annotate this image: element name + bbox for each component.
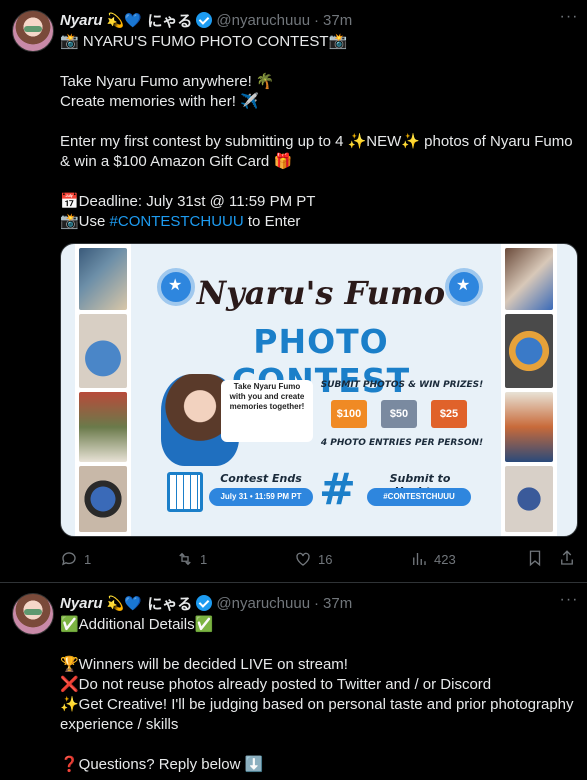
heart-icon <box>296 552 310 566</box>
fumo-photo-thumb <box>79 314 127 388</box>
prize-card-50: $50 <box>381 400 417 428</box>
like-button[interactable]: 16 <box>294 549 332 569</box>
name-emoji: 💫💙 <box>106 11 142 28</box>
reply-button[interactable]: 1 <box>60 549 91 569</box>
take-fumo-card: Take Nyaru Fumo with you and create memo… <box>221 380 313 442</box>
text-line: Take Nyaru Fumo anywhere! 🌴 <box>60 73 275 90</box>
text-line: 📸 NYARU'S FUMO PHOTO CONTEST📸 <box>60 33 348 50</box>
text-line: 📸Use #CONTESTCHUUU to Enter <box>60 212 580 232</box>
use-suffix: to Enter <box>243 213 301 230</box>
more-options-icon[interactable]: ··· <box>559 9 579 30</box>
timestamp[interactable]: 37m <box>323 12 352 29</box>
share-icon[interactable] <box>558 549 576 567</box>
views-chart-icon <box>413 553 426 565</box>
separator-dot: · <box>314 594 320 612</box>
hashtag-symbol: # <box>319 464 356 515</box>
calendar-icon <box>167 472 203 512</box>
retweet-button[interactable]: 1 <box>176 549 207 569</box>
verified-badge-icon <box>196 595 213 611</box>
display-name-jp[interactable]: にゃる <box>147 10 192 31</box>
name-emoji: 💫💙 <box>106 594 142 611</box>
reply-icon <box>61 552 76 566</box>
entries-text: 4 PHOTO ENTRIES PER PERSON! <box>320 438 484 448</box>
display-name-jp[interactable]: にゃる <box>147 593 192 614</box>
photo-strip-right <box>501 244 557 536</box>
avatar[interactable] <box>12 10 54 52</box>
tweet-divider <box>0 582 587 583</box>
tweet-header: Nyaru 💫💙 にゃる @nyaruchuuu · 37m <box>60 10 352 30</box>
text-line: Enter my first contest by submitting up … <box>60 133 573 150</box>
prize-card-100: $100 <box>331 400 367 428</box>
award-ribbon-icon <box>157 268 195 306</box>
views-button[interactable]: 423 <box>410 549 456 569</box>
tweet-actions: 1 1 16 423 <box>60 549 580 569</box>
submit-prizes-text: SUBMIT PHOTOS & WIN PRIZES! <box>320 380 484 390</box>
text-line <box>60 52 580 72</box>
fumo-photo-thumb <box>79 466 127 532</box>
text-line: Create memories with her! ✈️ <box>60 93 259 110</box>
text-line: ❌Do not reuse photos already posted to T… <box>60 676 492 693</box>
fumo-photo-thumb <box>505 248 553 310</box>
more-options-icon[interactable]: ··· <box>559 592 579 613</box>
timestamp[interactable]: 37m <box>323 595 352 612</box>
use-prefix: 📸Use <box>60 213 110 230</box>
tweet-text: 📸 NYARU'S FUMO PHOTO CONTEST📸 Take Nyaru… <box>60 32 580 232</box>
text-line <box>60 172 580 192</box>
text-line: & win a $100 Amazon Gift Card 🎁 <box>60 153 293 170</box>
bookmark-icon[interactable] <box>526 549 544 567</box>
avatar[interactable] <box>12 593 54 635</box>
user-handle[interactable]: @nyaruchuuu <box>216 12 310 29</box>
fumo-photo-thumb <box>505 392 553 462</box>
text-line <box>60 635 580 655</box>
display-name[interactable]: Nyaru <box>60 12 103 29</box>
submit-hashtag-value: #CONTESTCHUUU <box>367 488 471 506</box>
user-handle[interactable]: @nyaruchuuu <box>216 595 310 612</box>
retweet-count: 1 <box>200 551 208 567</box>
contest-poster-image[interactable]: Nyaru's Fumo PHOTO CONTEST Take Nyaru Fu… <box>60 243 578 537</box>
text-line: 🏆Winners will be decided LIVE on stream! <box>60 656 348 673</box>
text-line <box>60 112 580 132</box>
reply-count: 1 <box>84 551 92 567</box>
fumo-photo-thumb <box>79 248 127 310</box>
take-fumo-text: Take Nyaru Fumo with you and create memo… <box>229 382 305 411</box>
view-count: 423 <box>434 551 456 567</box>
hashtag-link[interactable]: #CONTESTCHUUU <box>110 213 244 230</box>
separator-dot: · <box>314 11 320 29</box>
text-line: ❓Questions? Reply below ⬇️ <box>60 756 264 773</box>
text-line: ✅Additional Details✅ <box>60 616 214 633</box>
fumo-photo-thumb <box>79 392 127 462</box>
text-line <box>60 735 580 755</box>
contest-ends-label: Contest Ends <box>220 472 302 485</box>
display-name[interactable]: Nyaru <box>60 595 103 612</box>
text-line: ✨Get Creative! I'll be judging based on … <box>60 696 574 713</box>
fumo-photo-thumb <box>505 314 553 388</box>
retweet-icon <box>179 552 191 566</box>
text-line: experience / skills <box>60 716 179 733</box>
photo-strip-left <box>75 244 131 536</box>
prize-card-25: $25 <box>431 400 467 428</box>
like-count: 16 <box>318 551 333 567</box>
fumo-photo-thumb <box>505 466 553 532</box>
tweet-header: Nyaru 💫💙 にゃる @nyaruchuuu · 37m <box>60 593 352 613</box>
tweet-text: ✅Additional Details✅ 🏆Winners will be de… <box>60 615 580 775</box>
contest-ends-value: July 31 • 11:59 PM PT <box>209 488 313 506</box>
verified-badge-icon <box>196 12 213 28</box>
poster-title: Nyaru's Fumo <box>196 274 446 312</box>
text-line: 📅Deadline: July 31st @ 11:59 PM PT <box>60 193 316 210</box>
